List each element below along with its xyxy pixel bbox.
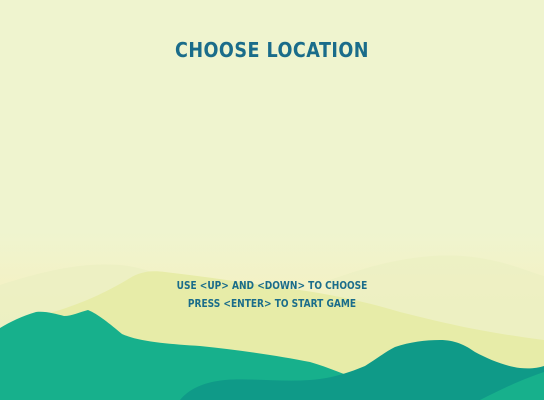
page-title: CHOOSE LOCATION: [175, 38, 369, 62]
game-screen: CHOOSE LOCATION USE <UP> AND <DOWN> TO C…: [0, 0, 544, 400]
instruction-start: PRESS <ENTER> TO START GAME: [187, 298, 357, 310]
instruction-choose: USE <UP> AND <DOWN> TO CHOOSE: [176, 280, 368, 292]
instructions: USE <UP> AND <DOWN> TO CHOOSE PRESS <ENT…: [38, 277, 506, 313]
